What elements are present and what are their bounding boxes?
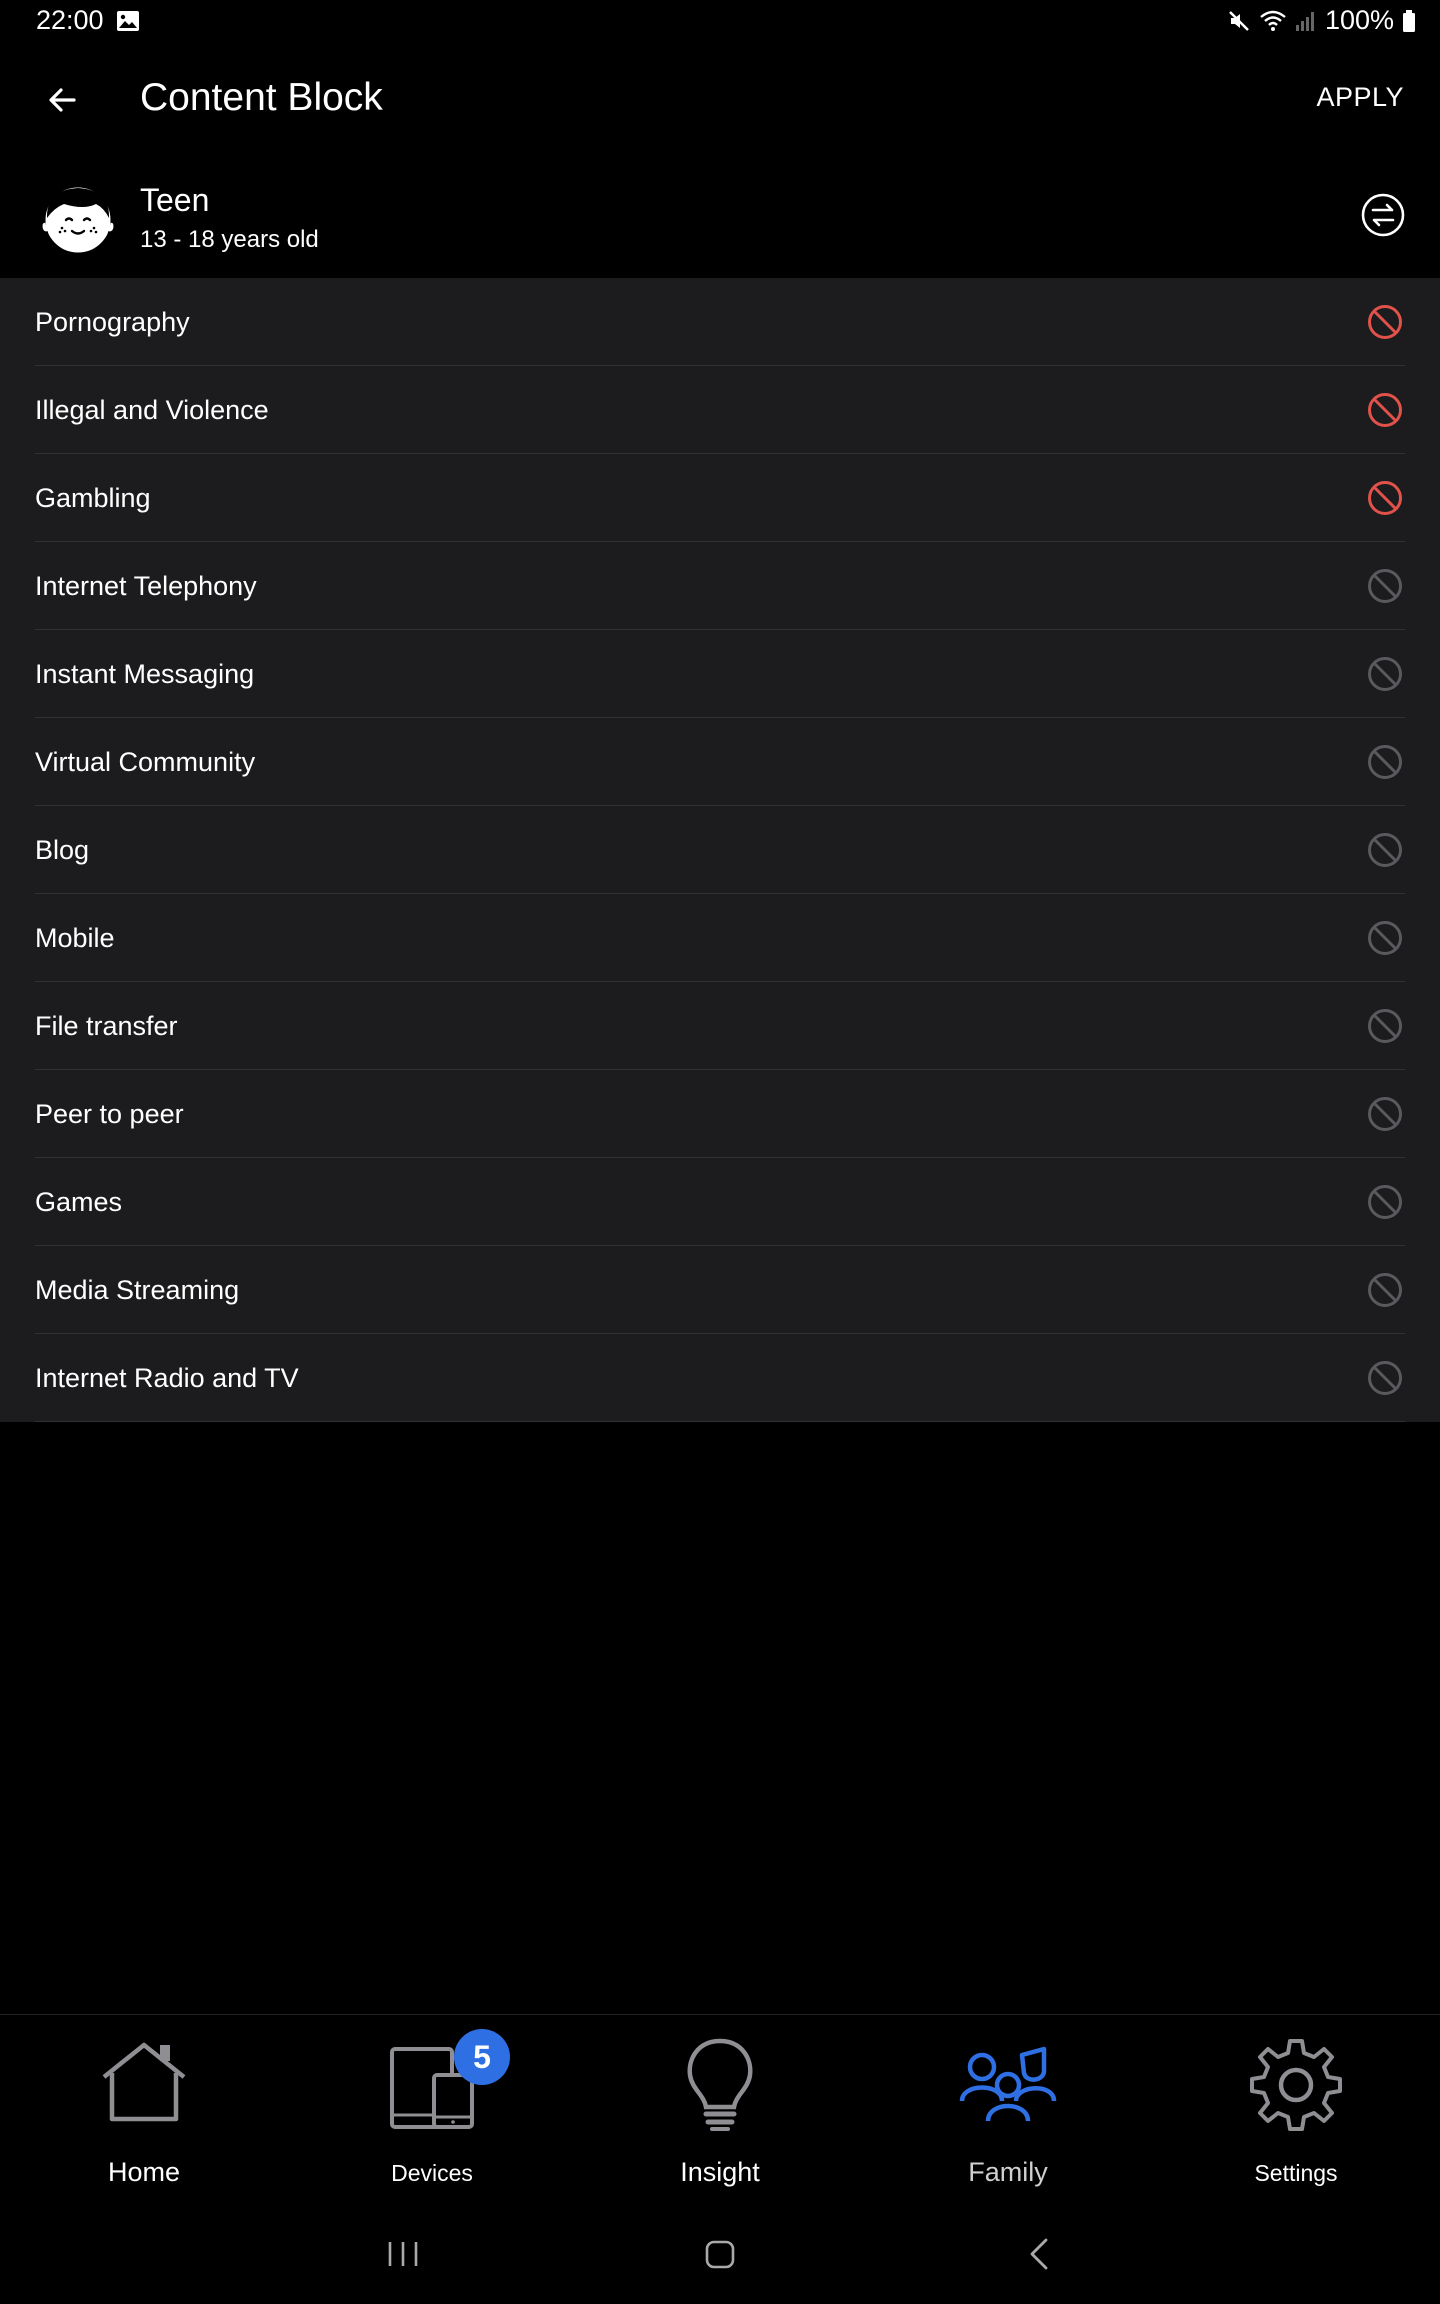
blocked-icon[interactable] [1367,304,1403,340]
block-icon[interactable] [1367,832,1403,868]
category-label: File transfer [35,1011,178,1041]
category-label: Instant Messaging [35,659,255,689]
swap-arrows-icon [1361,193,1405,237]
block-icon[interactable] [1367,1096,1403,1132]
recent-apps-icon [388,2242,418,2266]
nav-label-settings: Settings [1254,2160,1338,2186]
teen-face-icon [38,178,118,258]
nav-settings[interactable]: Settings [1152,2015,1440,2205]
category-label: Media Streaming [35,1275,240,1305]
nav-label-home: Home [107,2157,181,2187]
list-item[interactable]: Instant Messaging [35,630,1405,718]
system-navigation [0,2214,1440,2304]
nav-family[interactable]: Family [864,2015,1152,2205]
wifi-icon [1259,9,1287,33]
nav-label-devices: Devices [391,2160,473,2186]
list-item[interactable]: Media Streaming [35,1246,1405,1334]
image-icon [116,9,140,38]
block-icon[interactable] [1367,744,1403,780]
list-item[interactable]: Games [35,1158,1405,1246]
category-label: Blog [35,835,90,865]
category-label: Illegal and Violence [35,395,269,425]
profile-age-range: 13 - 18 years old [140,226,319,253]
chevron-left-icon [1030,2238,1048,2270]
list-item[interactable]: Virtual Community [35,718,1405,806]
bottom-navigation: Home 5 Devices Insight Family Settings [0,2014,1440,2214]
lightbulb-icon [687,2038,753,2131]
apply-button[interactable]: APPLY [1316,82,1404,113]
blocked-icon[interactable] [1367,480,1403,516]
page-title: Content Block [140,76,383,119]
list-item[interactable]: Illegal and Violence [35,366,1405,454]
profile-header: Teen 13 - 18 years old [0,168,1440,278]
devices-badge: 5 [454,2029,510,2085]
arrow-left-icon [49,88,76,112]
list-item[interactable]: Peer to peer [35,1070,1405,1158]
block-icon[interactable] [1367,1360,1403,1396]
list-item[interactable]: File transfer [35,982,1405,1070]
status-right: 100% [1227,5,1416,36]
list-item[interactable]: Gambling [35,454,1405,542]
category-label: Internet Telephony [35,571,257,601]
status-bar: 22:00 100% [0,0,1440,42]
block-icon[interactable] [1367,568,1403,604]
signal-icon [1295,9,1317,33]
recent-apps-button[interactable] [386,2236,420,2277]
profile-name: Teen [140,182,210,218]
category-list: Pornography Illegal and Violence Gamblin… [0,278,1440,1422]
back-system-button[interactable] [1022,2236,1056,2277]
list-item[interactable]: Internet Radio and TV [35,1334,1405,1422]
block-icon[interactable] [1367,1184,1403,1220]
mute-icon [1227,9,1251,33]
back-button[interactable] [38,76,86,124]
home-icon [102,2042,186,2122]
nav-home[interactable]: Home [0,2015,288,2205]
category-label: Gambling [35,483,151,513]
nav-insight[interactable]: Insight [576,2015,864,2205]
category-label: Games [35,1187,123,1217]
list-item[interactable]: Mobile [35,894,1405,982]
battery-icon [1402,9,1416,33]
nav-label-insight: Insight [680,2157,760,2187]
list-item[interactable]: Blog [35,806,1405,894]
block-icon[interactable] [1367,1008,1403,1044]
blocked-icon[interactable] [1367,392,1403,428]
app-bar: Content Block APPLY [0,60,1440,140]
nav-devices[interactable]: 5 Devices [288,2015,576,2205]
category-label: Pornography [35,307,190,337]
battery-text: 100% [1324,5,1394,35]
category-label: Peer to peer [35,1099,184,1129]
nav-label-family: Family [968,2157,1048,2187]
block-icon[interactable] [1367,1272,1403,1308]
category-label: Mobile [35,923,115,953]
block-icon[interactable] [1367,656,1403,692]
block-icon[interactable] [1367,920,1403,956]
list-item[interactable]: Pornography [35,278,1405,366]
gear-icon [1250,2039,1342,2131]
list-item[interactable]: Internet Telephony [35,542,1405,630]
family-icon [959,2046,1057,2122]
home-system-button[interactable] [703,2236,737,2277]
category-label: Internet Radio and TV [35,1363,299,1393]
status-time: 22:00 [36,5,104,35]
category-label: Virtual Community [35,747,256,777]
switch-profile-button[interactable] [1360,192,1406,238]
home-square-icon [705,2240,735,2269]
